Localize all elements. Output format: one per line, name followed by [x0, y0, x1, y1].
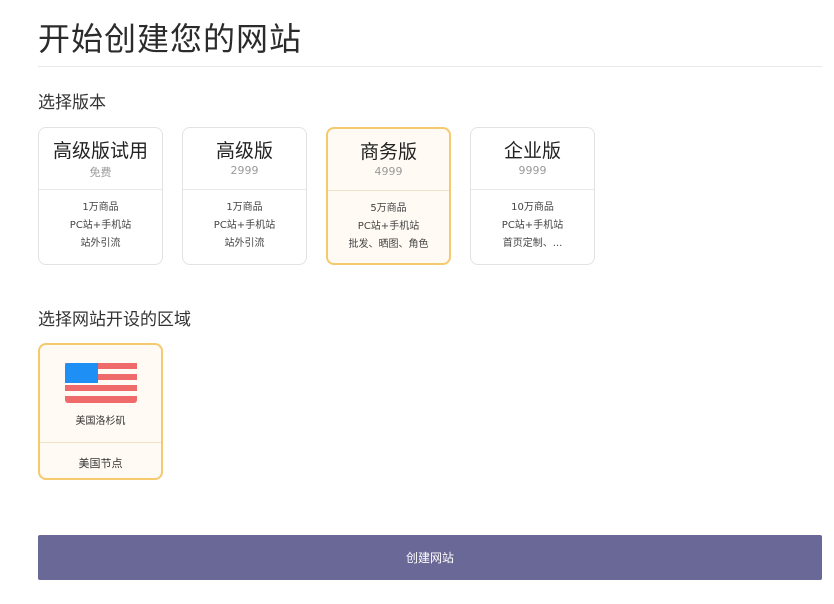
title-divider: [38, 66, 822, 67]
page-title: 开始创建您的网站: [38, 20, 303, 58]
plan-feature: 10万商品: [511, 202, 554, 213]
plan-price: 4999: [374, 165, 403, 178]
plan-card-business[interactable]: 商务版 4999 5万商品 PC站+手机站 批发、晒图、角色: [326, 127, 451, 265]
plan-feature: 首页定制、...: [502, 238, 563, 249]
plan-header: 企业版 9999: [471, 128, 594, 190]
plan-feature: 批发、晒图、角色: [348, 239, 429, 250]
plan-features: 1万商品 PC站+手机站 站外引流: [39, 190, 162, 253]
plan-feature: PC站+手机站: [357, 221, 420, 232]
plan-feature: PC站+手机站: [501, 220, 564, 231]
plan-feature: PC站+手机站: [213, 220, 276, 231]
plan-feature: 1万商品: [82, 202, 119, 213]
plan-card-advanced[interactable]: 高级版 2999 1万商品 PC站+手机站 站外引流: [182, 127, 307, 265]
plan-features: 1万商品 PC站+手机站 站外引流: [183, 190, 306, 253]
plan-name: 商务版: [359, 141, 417, 163]
plan-price: 2999: [230, 164, 259, 177]
plan-header: 高级版试用 免费: [39, 128, 162, 190]
us-flag-icon: [65, 363, 137, 403]
plan-card-enterprise[interactable]: 企业版 9999 10万商品 PC站+手机站 首页定制、...: [470, 127, 595, 265]
plan-feature: 站外引流: [80, 238, 121, 249]
plan-card-trial[interactable]: 高级版试用 免费 1万商品 PC站+手机站 站外引流: [38, 127, 163, 265]
plan-features: 10万商品 PC站+手机站 首页定制、...: [471, 190, 594, 253]
plan-features: 5万商品 PC站+手机站 批发、晒图、角色: [328, 191, 449, 254]
plan-feature: 站外引流: [224, 238, 265, 249]
plan-price: 免费: [89, 166, 112, 179]
plan-feature: 5万商品: [370, 203, 407, 214]
plan-price: 9999: [518, 164, 547, 177]
plan-feature: 1万商品: [226, 202, 263, 213]
plan-name: 高级版试用: [52, 140, 148, 162]
create-website-button[interactable]: 创建网站: [38, 535, 822, 580]
region-card-los-angeles[interactable]: 美国洛杉矶 美国节点: [38, 343, 163, 480]
plan-name: 高级版: [215, 140, 273, 162]
plan-name: 企业版: [503, 140, 561, 162]
region-card-top: 美国洛杉矶: [40, 345, 161, 443]
region-node: 美国节点: [78, 457, 123, 470]
region-city: 美国洛杉矶: [75, 416, 126, 427]
region-section-title: 选择网站开设的区域: [38, 310, 191, 330]
plan-header: 商务版 4999: [328, 129, 449, 191]
plan-header: 高级版 2999: [183, 128, 306, 190]
plans-section-title: 选择版本: [38, 93, 106, 113]
plan-feature: PC站+手机站: [69, 220, 132, 231]
